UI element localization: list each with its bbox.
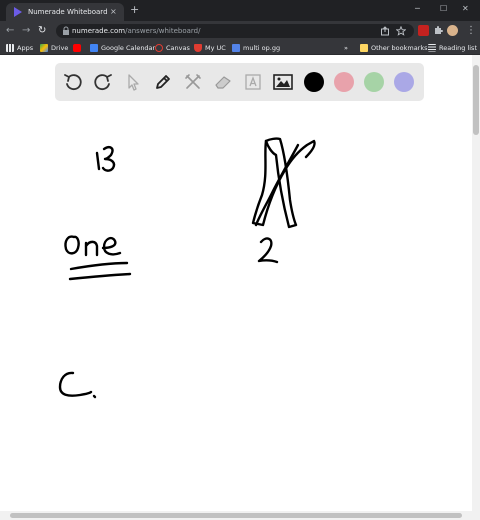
- tab-strip: Numerade Whiteboard × + ─ ☐ ✕: [0, 0, 480, 21]
- menu-icon[interactable]: ⋮: [466, 24, 476, 37]
- tab-title: Numerade Whiteboard: [28, 8, 108, 16]
- eraser-icon: [215, 76, 231, 89]
- forward-icon[interactable]: →: [22, 24, 30, 37]
- bookmark-label: multi op.gg: [243, 43, 281, 52]
- bookmark-apps[interactable]: Apps: [6, 42, 33, 53]
- reading-list-icon: [428, 43, 436, 52]
- bookmark-label: Google Calendar: [101, 43, 156, 52]
- url-host: numerade.com: [72, 27, 126, 35]
- bookmark-label: Other bookmarks: [371, 43, 428, 52]
- folder-icon: [360, 43, 368, 52]
- tools-icon: [185, 74, 201, 89]
- url-path: /answers/whiteboard/: [125, 27, 201, 35]
- bookmarks-bar: Apps Drive Google Calendar Canvas My UC …: [0, 40, 480, 55]
- tools-button[interactable]: [181, 70, 205, 94]
- tab-close-icon[interactable]: ×: [110, 6, 117, 18]
- address-bar[interactable]: numerade.com/answers/whiteboard/: [56, 24, 414, 38]
- pen-icon: [156, 75, 170, 89]
- bookmarks-overflow[interactable]: »: [344, 42, 348, 53]
- drive-icon: [40, 43, 48, 52]
- text-icon: [245, 74, 261, 90]
- maximize-icon[interactable]: ☐: [440, 3, 447, 15]
- lock-icon: [63, 26, 69, 35]
- bookmark-label: Drive: [51, 43, 69, 52]
- cursor-icon: [128, 74, 139, 91]
- reload-icon[interactable]: ↻: [38, 24, 46, 37]
- extensions-puzzle-icon[interactable]: [433, 25, 444, 36]
- url-text: numerade.com/answers/whiteboard/: [72, 25, 200, 37]
- handwritten-crossed-out-shape: [251, 137, 316, 229]
- extension-badge-icon[interactable]: [418, 25, 429, 36]
- handwritten-13: [95, 146, 116, 172]
- calendar-icon: [90, 43, 98, 52]
- eraser-button[interactable]: [211, 70, 235, 94]
- color-swatch-black[interactable]: [304, 72, 324, 92]
- vertical-scrollbar[interactable]: [472, 55, 480, 511]
- new-tab-button[interactable]: +: [130, 4, 139, 16]
- share-icon[interactable]: [380, 26, 390, 36]
- profile-avatar[interactable]: [447, 25, 458, 36]
- youtube-icon: [73, 43, 81, 52]
- back-icon[interactable]: ←: [6, 24, 14, 37]
- opgg-icon: [232, 43, 240, 52]
- handwritten-c: [58, 371, 97, 399]
- image-icon: [273, 74, 293, 90]
- pen-button[interactable]: [151, 70, 175, 94]
- bookmark-other[interactable]: Other bookmarks: [360, 42, 428, 53]
- bookmark-label: Reading list: [439, 43, 477, 52]
- select-button[interactable]: [121, 70, 145, 94]
- color-swatch-purple[interactable]: [394, 72, 414, 92]
- numerade-logo-icon: [14, 7, 22, 17]
- horizontal-scroll-thumb[interactable]: [10, 513, 462, 518]
- undo-button[interactable]: [61, 70, 85, 94]
- color-swatch-green[interactable]: [364, 72, 384, 92]
- bookmarks-more-icon: »: [344, 43, 348, 52]
- canvas-icon: [155, 43, 163, 52]
- bookmark-google-calendar[interactable]: Google Calendar: [90, 42, 155, 53]
- redo-button[interactable]: [91, 70, 115, 94]
- undo-icon: [64, 74, 82, 91]
- horizontal-scrollbar[interactable]: [0, 511, 480, 520]
- uc-shield-icon: [194, 43, 202, 52]
- whiteboard-toolbar: [55, 63, 424, 101]
- bookmark-label: Canvas: [166, 43, 190, 52]
- drawing-canvas[interactable]: [0, 55, 472, 511]
- bookmark-youtube[interactable]: [73, 42, 81, 53]
- handwritten-underline: [68, 261, 132, 281]
- vertical-scroll-thumb[interactable]: [473, 65, 479, 135]
- color-swatch-pink[interactable]: [334, 72, 354, 92]
- minimize-icon[interactable]: ─: [415, 3, 420, 15]
- redo-icon: [94, 74, 112, 91]
- handwritten-2: [257, 237, 279, 264]
- bookmark-drive[interactable]: Drive: [40, 42, 68, 53]
- bookmark-canvas[interactable]: Canvas: [155, 42, 190, 53]
- text-button[interactable]: [241, 70, 265, 94]
- bookmark-multi-opgg[interactable]: multi op.gg: [232, 42, 280, 53]
- handwritten-one: [64, 235, 122, 257]
- bookmark-my-uc[interactable]: My UC: [194, 42, 226, 53]
- bookmark-label: My UC: [205, 43, 226, 52]
- browser-tab[interactable]: Numerade Whiteboard ×: [6, 3, 124, 21]
- apps-grid-icon: [6, 43, 14, 52]
- bookmark-star-icon[interactable]: [396, 26, 406, 36]
- whiteboard-page: [0, 55, 472, 511]
- bookmark-reading-list[interactable]: Reading list: [428, 42, 477, 53]
- image-button[interactable]: [271, 70, 295, 94]
- browser-toolbar: ← → ↻ numerade.com/answers/whiteboard/ ⋮: [0, 21, 480, 40]
- bookmark-label: Apps: [17, 43, 34, 52]
- window-close-icon[interactable]: ✕: [462, 3, 469, 15]
